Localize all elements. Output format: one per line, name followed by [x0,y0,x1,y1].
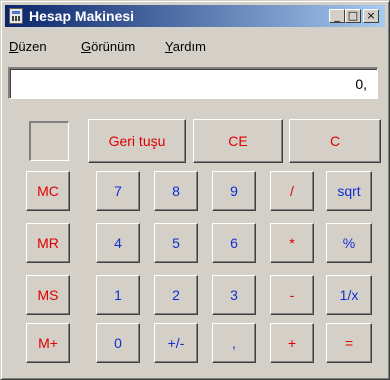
sqrt-button[interactable]: sqrt [326,171,372,211]
digit-3-button[interactable]: 3 [212,275,256,315]
digit-9-button[interactable]: 9 [212,171,256,211]
decimal-button[interactable]: , [212,323,256,363]
digit-8-button[interactable]: 8 [154,171,198,211]
clear-entry-button[interactable]: CE [193,119,283,163]
memory-clear-button[interactable]: MC [26,171,70,211]
display-value: 0, [355,76,367,92]
menu-help-mnemonic: Y [165,39,173,54]
menu-view[interactable]: Görünüm [81,39,135,54]
memory-add-button[interactable]: M+ [26,323,70,363]
menu-edit-label: üzen [18,39,47,54]
result-display: 0, [8,67,378,99]
memory-store-button[interactable]: MS [26,275,70,315]
close-button[interactable]: × [363,9,379,23]
digit-7-button[interactable]: 7 [96,171,140,211]
equals-button[interactable]: = [326,323,372,363]
menu-edit[interactable]: Düzen [9,39,47,54]
digit-0-button[interactable]: 0 [96,323,140,363]
backspace-button[interactable]: Geri tuşu [88,119,186,163]
percent-button[interactable]: % [326,223,372,263]
subtract-button[interactable]: - [270,275,314,315]
digit-1-button[interactable]: 1 [96,275,140,315]
digit-2-button[interactable]: 2 [154,275,198,315]
menu-view-mnemonic: G [81,39,92,54]
add-button[interactable]: + [270,323,314,363]
multiply-button[interactable]: * [270,223,314,263]
calculator-window: Hesap Makinesi _ □ × Düzen Görünüm Yardı… [0,0,390,380]
window-title: Hesap Makinesi [29,8,135,24]
minimize-button[interactable]: _ [329,9,345,23]
clear-button[interactable]: C [289,119,381,163]
menu-view-label: örünüm [91,39,136,54]
calculator-app-icon[interactable] [9,8,23,24]
maximize-button[interactable]: □ [345,9,361,23]
menu-help-label: ardım [172,39,206,54]
digit-6-button[interactable]: 6 [212,223,256,263]
memory-recall-button[interactable]: MR [26,223,70,263]
memory-indicator [29,121,69,161]
title-bar[interactable]: Hesap Makinesi _ □ × [5,5,385,27]
menu-bar: Düzen Görünüm Yardım [5,35,385,55]
menu-help[interactable]: Yardım [165,39,206,54]
digit-5-button[interactable]: 5 [154,223,198,263]
divide-button[interactable]: / [270,171,314,211]
reciprocal-button[interactable]: 1/x [326,275,372,315]
menu-edit-mnemonic: D [9,39,19,54]
digit-4-button[interactable]: 4 [96,223,140,263]
sign-toggle-button[interactable]: +/- [154,323,198,363]
